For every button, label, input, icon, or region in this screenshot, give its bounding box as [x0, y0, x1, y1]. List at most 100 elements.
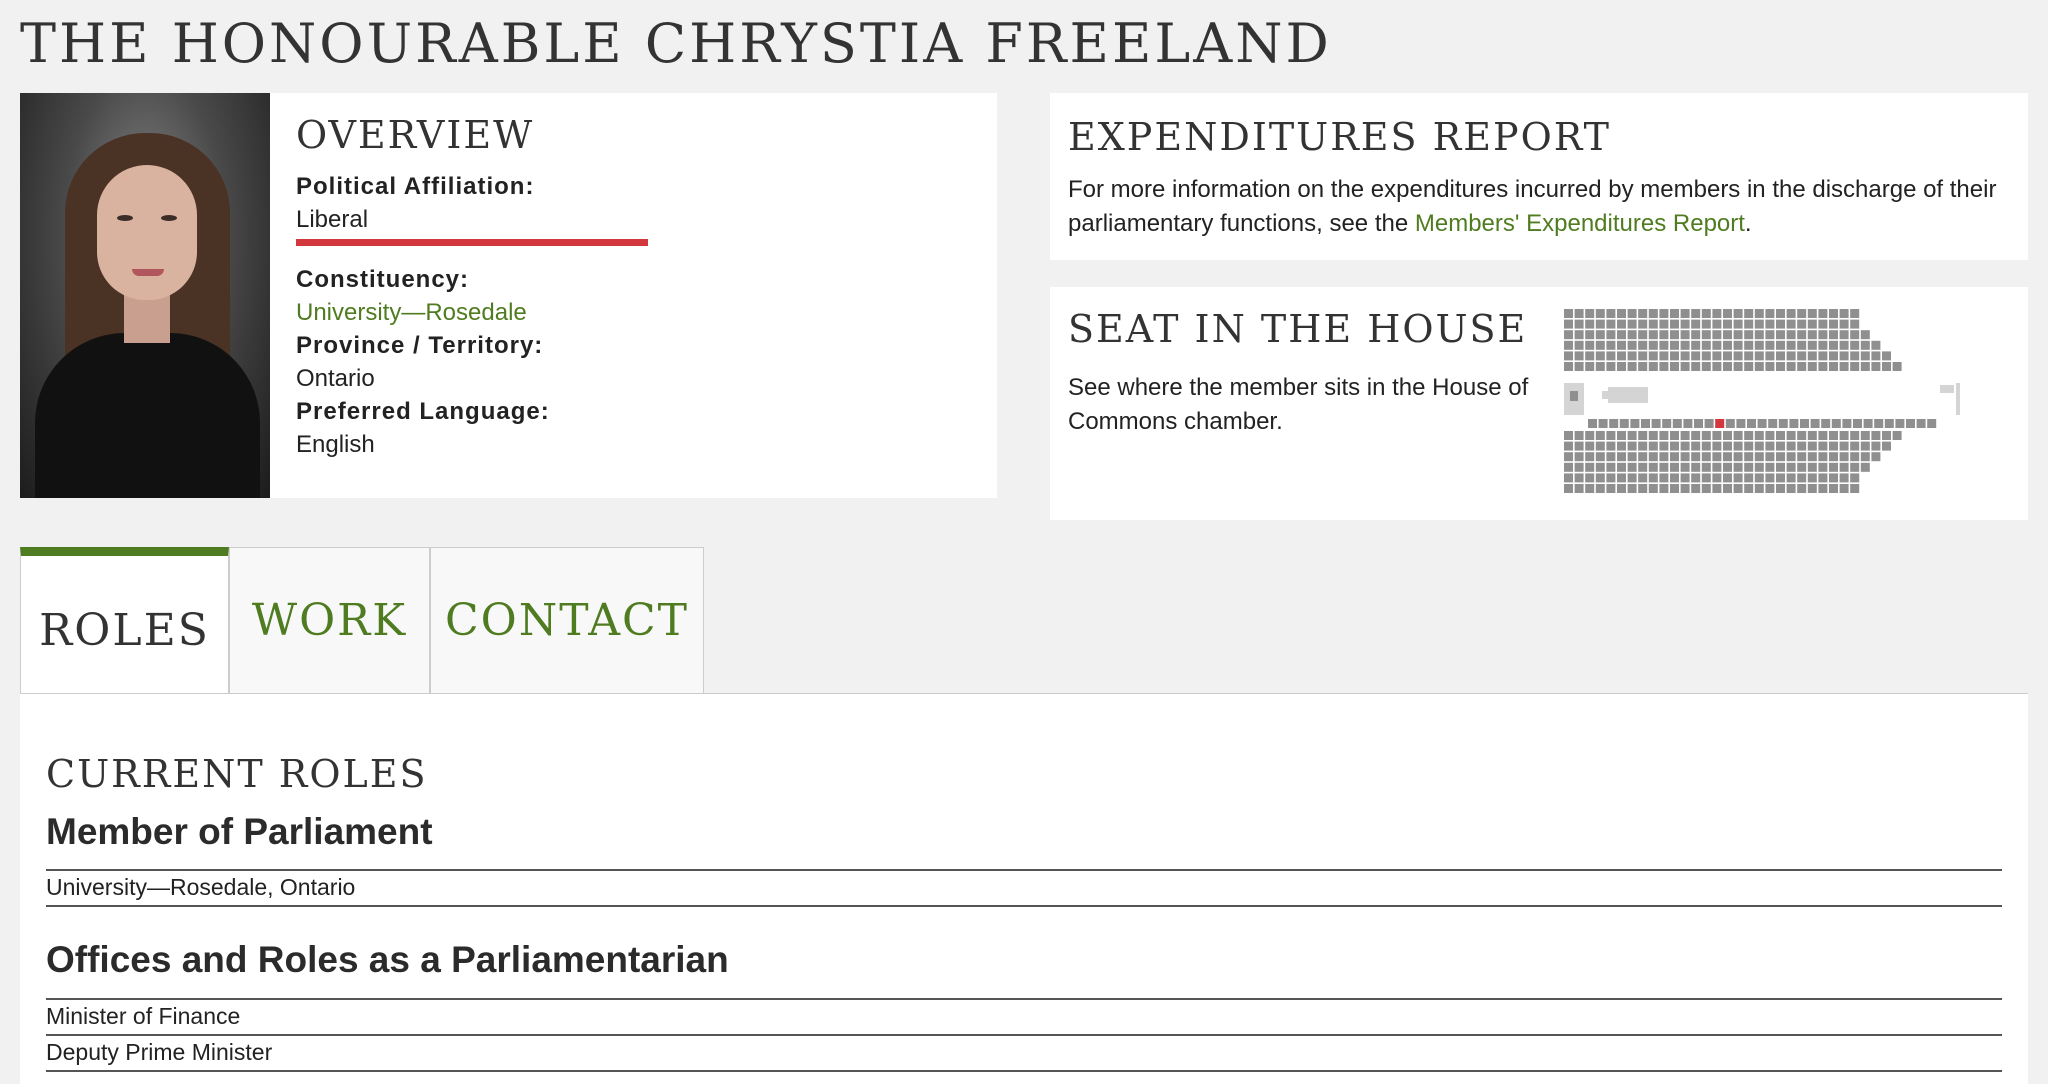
- seat: [1765, 473, 1775, 483]
- seat: [1564, 462, 1573, 472]
- seat: [1585, 319, 1595, 329]
- seat: [1807, 441, 1817, 451]
- roles-panel: CURRENT ROLES Member of Parliament Unive…: [20, 693, 2028, 1084]
- seat: [1712, 340, 1722, 350]
- seat: [1670, 484, 1679, 493]
- seat: [1797, 452, 1807, 462]
- seat: [1595, 452, 1605, 462]
- seat: [1564, 441, 1573, 451]
- seat: [1797, 473, 1807, 483]
- seat: [1598, 419, 1608, 428]
- seat: [1871, 351, 1881, 361]
- seat: [1648, 362, 1658, 371]
- seat: [1733, 473, 1743, 483]
- seat: [1712, 330, 1722, 340]
- seat: [1606, 431, 1616, 440]
- page-title: THE HONOURABLE CHRYSTIA FREELAND: [20, 12, 1332, 75]
- tab-work[interactable]: WORK: [229, 547, 430, 693]
- tab-roles[interactable]: ROLES: [20, 547, 229, 694]
- seat: [1659, 473, 1669, 483]
- seat: [1627, 431, 1637, 440]
- expenditures-card: EXPENDITURES REPORT For more information…: [1050, 93, 2028, 260]
- seat: [1744, 340, 1754, 350]
- seat: [1595, 330, 1605, 340]
- seat: [1863, 419, 1873, 428]
- seat: [1882, 431, 1891, 440]
- seat: [1839, 431, 1849, 440]
- seat: [1723, 473, 1732, 483]
- seat: [1765, 340, 1775, 350]
- member-photo: [20, 93, 270, 498]
- seat: [1574, 462, 1584, 472]
- bar-gate: [1940, 385, 1954, 393]
- tab-contact[interactable]: CONTACT: [430, 547, 704, 693]
- seat: [1595, 340, 1605, 350]
- seat: [1850, 462, 1860, 472]
- seat: [1927, 419, 1937, 428]
- seat: [1648, 441, 1658, 451]
- seat: [1850, 340, 1860, 350]
- seat: [1818, 319, 1828, 329]
- seat: [1627, 330, 1637, 340]
- constituency-label: Constituency:: [296, 266, 470, 293]
- seat: [1564, 452, 1573, 462]
- seat: [1659, 351, 1669, 361]
- seat: [1701, 351, 1711, 361]
- seat: [1574, 431, 1584, 440]
- seat: [1860, 351, 1870, 361]
- constituency-link[interactable]: University—Rosedale: [296, 296, 648, 330]
- seat: [1638, 309, 1648, 318]
- office-item: Deputy Prime Minister: [46, 1039, 273, 1065]
- seat: [1638, 452, 1648, 462]
- seat: [1786, 484, 1796, 493]
- seat: [1797, 351, 1807, 361]
- seat: [1609, 419, 1619, 428]
- seat: [1638, 351, 1648, 361]
- seat: [1786, 330, 1796, 340]
- seat: [1765, 462, 1775, 472]
- seat: [1585, 484, 1595, 493]
- seat: [1860, 452, 1870, 462]
- seat: [1564, 319, 1573, 329]
- seat: [1606, 362, 1616, 371]
- seat: [1818, 452, 1828, 462]
- seat: [1617, 362, 1626, 371]
- seat-card: SEAT IN THE HOUSE See where the member s…: [1050, 287, 2028, 520]
- seating-chart[interactable]: [1564, 309, 1964, 499]
- expenditures-report-link[interactable]: Members' Expenditures Report: [1415, 210, 1745, 237]
- seat: [1800, 419, 1809, 428]
- seat: [1839, 340, 1849, 350]
- seat: [1564, 362, 1573, 371]
- seat: [1606, 473, 1616, 483]
- seat: [1754, 351, 1764, 361]
- seat: [1842, 419, 1852, 428]
- seat: [1701, 330, 1711, 340]
- seat: [1797, 340, 1807, 350]
- seat: [1638, 431, 1648, 440]
- seat: [1585, 473, 1595, 483]
- overview-heading: OVERVIEW: [296, 113, 535, 157]
- seat: [1564, 340, 1573, 350]
- seat: [1807, 484, 1817, 493]
- seat: [1588, 419, 1597, 428]
- seat: [1786, 340, 1796, 350]
- seat: [1564, 330, 1573, 340]
- seat: [1839, 473, 1849, 483]
- seat: [1882, 362, 1891, 371]
- seat: [1829, 484, 1838, 493]
- seat: [1733, 441, 1743, 451]
- seat: [1839, 462, 1849, 472]
- seat: [1574, 330, 1584, 340]
- seat: [1617, 473, 1626, 483]
- seat: [1585, 340, 1595, 350]
- seat: [1778, 419, 1788, 428]
- seat: [1754, 330, 1764, 340]
- seat: [1744, 309, 1754, 318]
- seat: [1776, 452, 1785, 462]
- seat: [1797, 362, 1807, 371]
- seat: [1882, 351, 1891, 361]
- seat: [1585, 330, 1595, 340]
- seat: [1595, 473, 1605, 483]
- seat: [1895, 419, 1905, 428]
- seat: [1818, 351, 1828, 361]
